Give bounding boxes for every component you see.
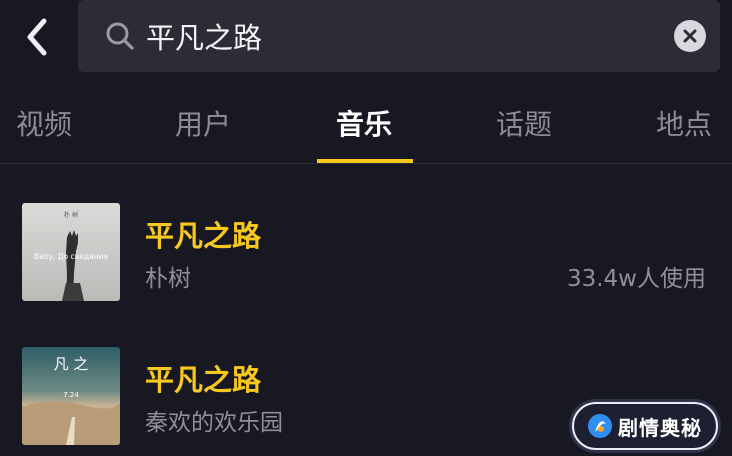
category-tabs: 视频 用户 音乐 话题 地点 bbox=[0, 90, 732, 164]
search-bar[interactable]: 平凡之路 bbox=[78, 0, 720, 72]
tab-topics[interactable]: 话题 bbox=[492, 90, 556, 163]
svg-text:凡 之: 凡 之 bbox=[54, 355, 89, 373]
watermark-logo-icon bbox=[588, 414, 612, 438]
music-result-item[interactable]: 朴 树 Baby, До свидания 平凡之路 朴树 33.4w人使用 bbox=[0, 203, 732, 323]
back-button[interactable] bbox=[14, 14, 60, 60]
clear-search-button[interactable] bbox=[674, 20, 706, 52]
chevron-left-icon bbox=[27, 18, 47, 56]
album-cover: 凡 之 7.24 bbox=[22, 347, 120, 445]
song-artist: 秦欢的欢乐园 bbox=[145, 410, 283, 436]
svg-text:7.24: 7.24 bbox=[63, 391, 79, 399]
search-input[interactable]: 平凡之路 bbox=[146, 15, 674, 57]
tab-places[interactable]: 地点 bbox=[652, 90, 716, 163]
search-icon bbox=[104, 20, 136, 52]
song-title: 平凡之路 bbox=[145, 219, 262, 253]
tab-users[interactable]: 用户 bbox=[171, 90, 235, 163]
album-cover: 朴 树 Baby, До свидания bbox=[22, 203, 120, 301]
active-tab-indicator bbox=[317, 159, 413, 163]
usage-count: 33.4w人使用 bbox=[566, 266, 706, 292]
tab-video[interactable]: 视频 bbox=[12, 90, 76, 163]
close-icon bbox=[683, 29, 697, 43]
watermark-text: 剧情奥秘 bbox=[618, 415, 702, 440]
song-title: 平凡之路 bbox=[145, 363, 262, 397]
tab-music[interactable]: 音乐 bbox=[331, 90, 397, 163]
song-artist: 朴树 bbox=[145, 266, 191, 292]
svg-text:朴 树: 朴 树 bbox=[64, 211, 78, 219]
svg-text:Baby, До свидания: Baby, До свидания bbox=[34, 252, 108, 261]
watermark-badge: 剧情奥秘 bbox=[572, 402, 718, 450]
